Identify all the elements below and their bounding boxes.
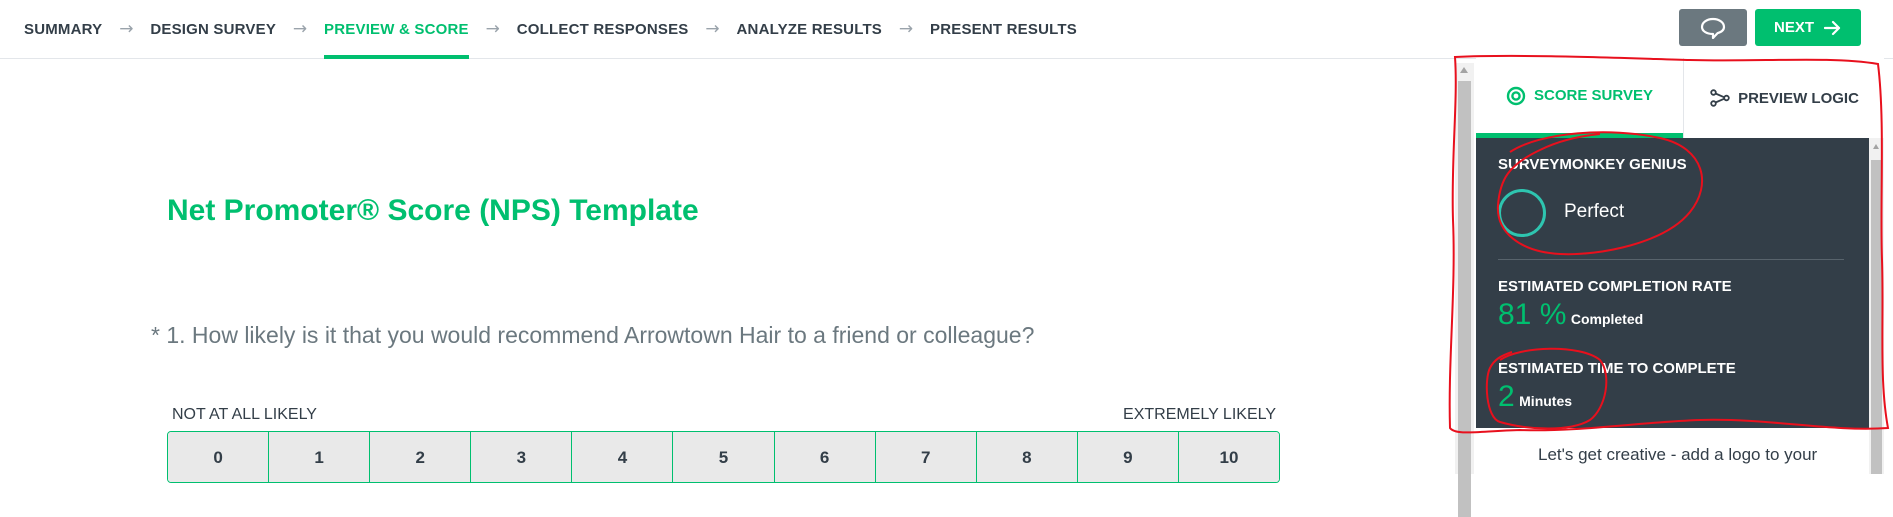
- step-collect-responses[interactable]: COLLECT RESPONSES: [517, 0, 689, 58]
- speech-bubble-icon: [1700, 17, 1726, 39]
- scale-option-1[interactable]: 1: [269, 432, 371, 482]
- scale-labels: NOT AT ALL LIKELY EXTREMELY LIKELY: [172, 406, 1276, 424]
- scale-option-2[interactable]: 2: [370, 432, 472, 482]
- genius-score-ring: [1498, 189, 1546, 237]
- scale-option-0[interactable]: 0: [168, 432, 270, 482]
- arrow-right-icon: →: [119, 19, 134, 39]
- question-text: * 1. How likely is it that you would rec…: [151, 322, 1035, 348]
- completion-unit: Completed: [1570, 311, 1644, 327]
- branch-icon: [1710, 89, 1730, 107]
- tab-preview-logic-label: PREVIEW LOGIC: [1738, 89, 1859, 107]
- arrow-right-icon: →: [292, 19, 308, 39]
- scale-high-label: EXTREMELY LIKELY: [1123, 406, 1276, 423]
- scale-option-4[interactable]: 4: [572, 432, 674, 482]
- time-value: 2: [1498, 380, 1515, 413]
- tip-text: Let's get creative - add a logo to your: [1538, 445, 1818, 464]
- nps-scale: 0 1 2 3 4 5 6 7 8 9 10: [167, 431, 1280, 483]
- scale-option-8[interactable]: 8: [976, 432, 1078, 482]
- completion-title: ESTIMATED COMPLETION RATE: [1498, 278, 1732, 295]
- survey-title: Net Promoter® Score (NPS) Template: [167, 194, 699, 227]
- scroll-up-icon[interactable]: [1873, 144, 1879, 149]
- genius-value: Perfect: [1564, 201, 1625, 222]
- scale-option-3[interactable]: 3: [471, 432, 573, 482]
- next-button[interactable]: NEXT: [1755, 9, 1861, 46]
- time-unit: Minutes: [1519, 393, 1573, 409]
- arrow-right-icon: →: [898, 19, 914, 39]
- arrow-right-icon: [1824, 20, 1841, 35]
- panel-scrollbar[interactable]: [1455, 63, 1474, 517]
- step-analyze-results[interactable]: ANALYZE RESULTS: [737, 0, 883, 58]
- scrollbar-thumb[interactable]: [1871, 160, 1882, 474]
- scale-option-6[interactable]: 6: [774, 432, 876, 482]
- scale-low-label: NOT AT ALL LIKELY: [172, 406, 317, 423]
- step-present-results[interactable]: PRESENT RESULTS: [930, 0, 1077, 58]
- score-panel-scrollbar[interactable]: [1869, 138, 1884, 474]
- time-to-complete: 2 Minutes: [1498, 380, 1572, 414]
- step-design-survey[interactable]: DESIGN SURVEY: [150, 0, 276, 58]
- arrow-right-icon: →: [705, 19, 720, 39]
- arrow-right-icon: →: [485, 19, 500, 39]
- scale-option-10[interactable]: 10: [1178, 432, 1279, 482]
- step-preview-score[interactable]: PREVIEW & SCORE: [324, 0, 469, 59]
- score-panel: SURVEYMONKEY GENIUS Perfect ESTIMATED CO…: [1476, 138, 1869, 428]
- next-label: NEXT: [1773, 19, 1814, 36]
- top-navigation: SUMMARY → DESIGN SURVEY → PREVIEW & SCOR…: [0, 0, 1893, 59]
- genius-title: SURVEYMONKEY GENIUS: [1498, 156, 1687, 173]
- scale-option-7[interactable]: 7: [875, 432, 977, 482]
- target-icon: [1506, 86, 1526, 105]
- scale-option-9[interactable]: 9: [1077, 432, 1179, 482]
- panel-tabs: SCORE SURVEY PREVIEW LOGIC: [1476, 58, 1884, 138]
- scroll-up-icon[interactable]: [1460, 67, 1468, 73]
- step-navigation: SUMMARY → DESIGN SURVEY → PREVIEW & SCOR…: [0, 0, 1077, 59]
- tab-score-survey[interactable]: SCORE SURVEY: [1476, 58, 1683, 138]
- step-summary[interactable]: SUMMARY: [24, 0, 102, 58]
- tab-preview-logic[interactable]: PREVIEW LOGIC: [1683, 58, 1885, 138]
- scale-option-5[interactable]: 5: [673, 432, 775, 482]
- tab-score-survey-label: SCORE SURVEY: [1534, 87, 1653, 104]
- time-title: ESTIMATED TIME TO COMPLETE: [1498, 360, 1736, 377]
- comment-button[interactable]: [1679, 9, 1747, 46]
- completion-rate: 81 % Completed: [1498, 298, 1643, 332]
- scrollbar-thumb[interactable]: [1458, 81, 1471, 517]
- divider: [1498, 259, 1844, 260]
- completion-value: 81 %: [1498, 298, 1567, 331]
